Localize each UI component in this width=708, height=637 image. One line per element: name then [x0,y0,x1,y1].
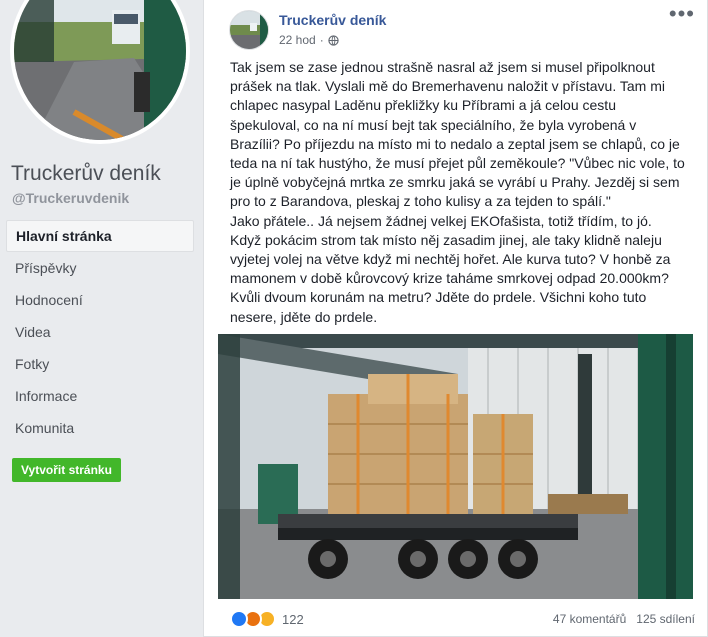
globe-icon[interactable] [328,34,339,46]
page-sidebar: Truckerův deník @Truckeruvdenik Hlavní s… [0,0,200,637]
page-handle[interactable]: @Truckeruvdenik [12,190,129,206]
more-options-button[interactable]: ••• [669,3,695,25]
profile-avatar-photo [14,0,186,140]
sidebar-item-home[interactable]: Hlavní stránka [6,220,194,252]
sidebar-item-photos[interactable]: Fotky [6,348,194,380]
sidebar-item-about[interactable]: Informace [6,380,194,412]
sidebar-item-videos[interactable]: Videa [6,316,194,348]
shares-count-link[interactable]: 125 sdílení [636,612,695,626]
post-meta: 22 hod · [279,33,339,47]
post-card: Truckerův deník 22 hod · ••• Tak jsem se… [203,0,708,637]
reactions-summary[interactable]: 122 [230,610,304,628]
like-icon [230,610,248,628]
sidebar-item-reviews[interactable]: Hodnocení [6,284,194,316]
post-time[interactable]: 22 hod [279,33,316,47]
sidebar-item-community[interactable]: Komunita [6,412,194,444]
post-author-name[interactable]: Truckerův deník [279,12,386,28]
reactions-count[interactable]: 122 [282,612,304,627]
profile-avatar[interactable] [10,0,190,144]
post-text: Tak jsem se zase jednou strašně nasral a… [230,59,685,325]
sidebar-nav: Hlavní stránka Příspěvky Hodnocení Videa… [6,220,194,444]
post-stats: 47 komentářů 125 sdílení [553,612,695,626]
sidebar-item-posts[interactable]: Příspěvky [6,252,194,284]
create-page-button[interactable]: Vytvořit stránku [12,458,121,482]
post-photo[interactable] [218,334,693,599]
post-author-avatar[interactable] [229,10,269,50]
comments-count-link[interactable]: 47 komentářů [553,612,626,626]
page-name[interactable]: Truckerův deník [11,162,161,186]
